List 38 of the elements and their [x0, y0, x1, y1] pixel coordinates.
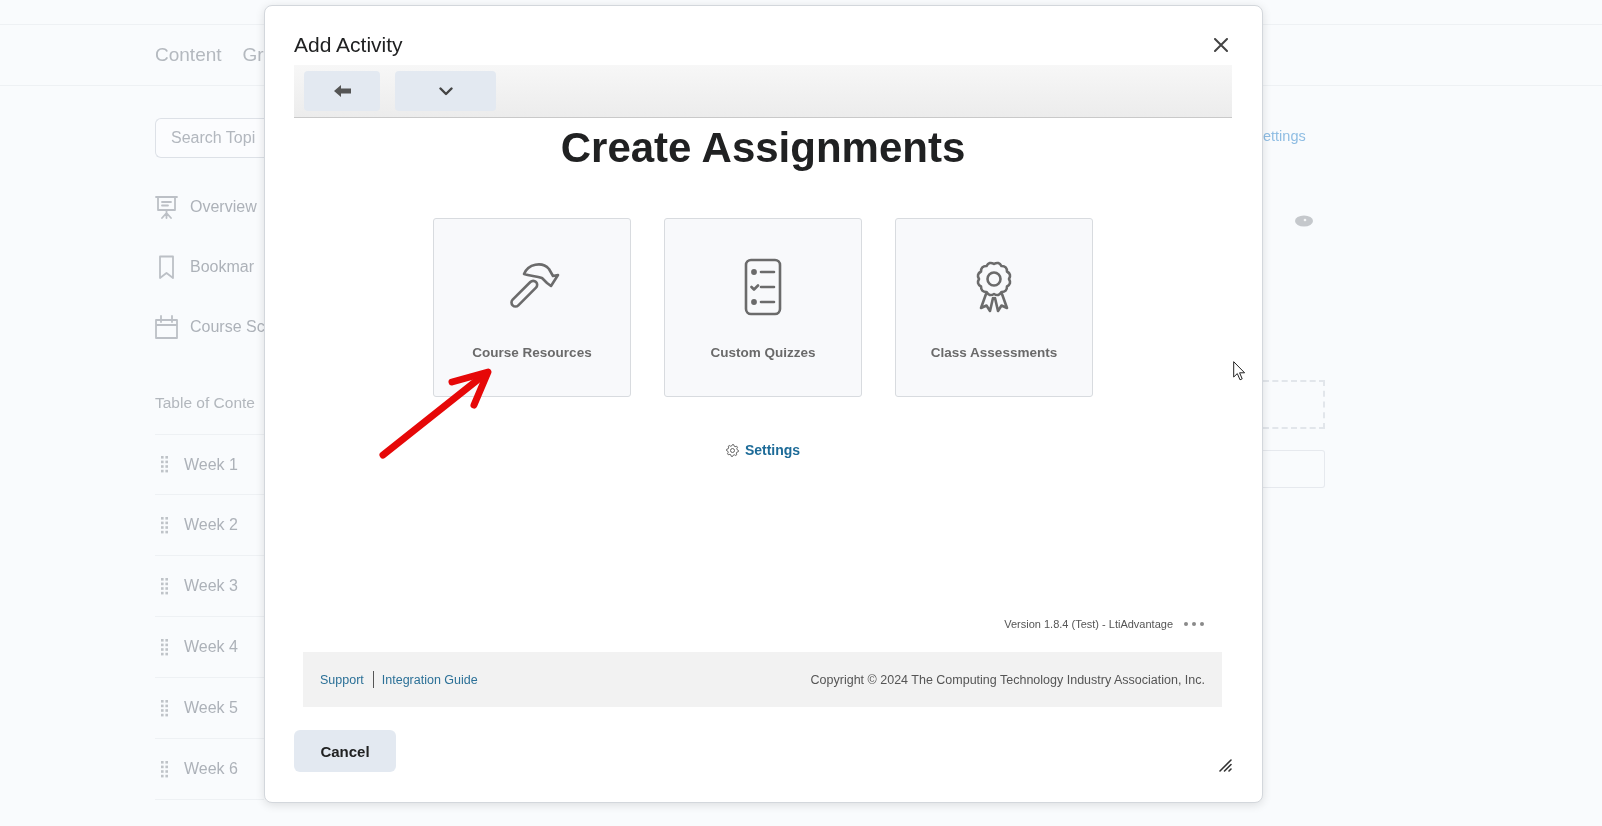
activity-card[interactable]: Course Resources — [433, 218, 631, 397]
dropdown-button[interactable] — [395, 71, 496, 111]
resize-grip-icon[interactable] — [1219, 759, 1232, 772]
close-icon — [1214, 37, 1228, 52]
mouse-pointer-icon — [1233, 361, 1246, 381]
drag-handle-icon[interactable] — [161, 760, 168, 778]
version-text: Version 1.8.4 (Test) - LtiAdvantage — [1004, 617, 1173, 632]
footer-link[interactable]: Integration Guide — [381, 672, 478, 687]
activity-card[interactable]: Class Assessments — [895, 218, 1093, 397]
sidebar-item[interactable]: Overview — [155, 177, 257, 237]
settings-link[interactable]: ettings — [1263, 126, 1306, 146]
page-heading: Create Assignments — [560, 125, 966, 171]
nav-tab[interactable]: Content — [155, 44, 222, 66]
drag-handle-icon[interactable] — [161, 577, 168, 595]
footer-link[interactable]: Support — [320, 672, 364, 687]
gear-icon — [725, 443, 739, 457]
sidebar-item[interactable]: Course Sc — [155, 297, 265, 357]
toc-heading: Table of Conte — [155, 393, 256, 413]
back-arrow-icon — [333, 85, 351, 97]
nav-tab[interactable]: Gr — [242, 44, 264, 66]
activity-card[interactable]: Custom Quizzes — [664, 218, 862, 397]
close-button[interactable] — [1214, 37, 1228, 52]
dialog-title: Add Activity — [294, 32, 403, 57]
search-field[interactable]: Search Topi — [155, 118, 264, 158]
cancel-button[interactable]: Cancel — [294, 730, 396, 772]
drag-handle-icon[interactable] — [161, 456, 168, 473]
drag-handle-icon[interactable] — [161, 516, 168, 534]
more-icon[interactable] — [1184, 622, 1204, 626]
drag-handle-icon[interactable] — [161, 699, 168, 717]
back-button[interactable] — [304, 71, 380, 111]
presentation-board-icon — [155, 195, 178, 219]
sidebar-item[interactable]: Bookmar — [155, 237, 255, 297]
calendar-icon — [155, 315, 178, 339]
chevron-down-icon — [438, 86, 453, 96]
copyright-text: Copyright © 2024 The Computing Technology Industry Association, Inc. — [810, 672, 1205, 687]
drag-handle-icon[interactable] — [161, 638, 168, 656]
settings-link[interactable]: Settings — [725, 440, 801, 460]
eye-icon[interactable] — [1295, 215, 1313, 227]
